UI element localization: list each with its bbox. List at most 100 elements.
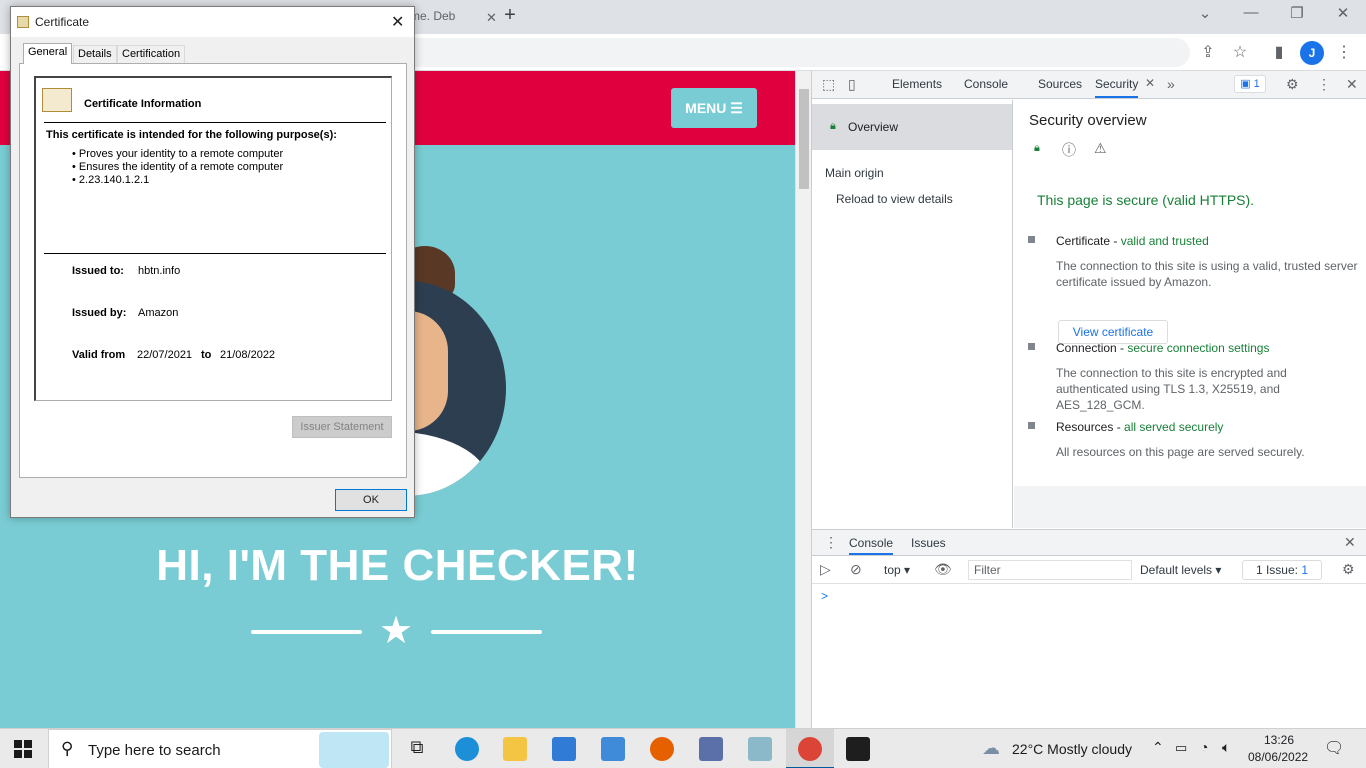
file-explorer-icon[interactable] (503, 737, 527, 761)
address-bar[interactable] (405, 38, 1190, 67)
certificate-bullet-icon (1028, 236, 1035, 243)
battery-icon[interactable]: ▭ (1175, 740, 1187, 756)
tab-elements[interactable]: Elements (892, 77, 942, 91)
tab-sources[interactable]: Sources (1038, 77, 1082, 91)
divider-left (251, 630, 362, 634)
console-settings-icon[interactable]: ⚙ (1342, 561, 1355, 578)
restore-button[interactable]: ❐ (1282, 4, 1312, 22)
network-app-icon[interactable] (699, 737, 723, 761)
edge-browser-icon[interactable] (455, 737, 479, 761)
wifi-icon[interactable]: ◔ (1200, 739, 1208, 755)
chrome-icon (798, 737, 822, 761)
drawer-menu-icon[interactable]: ⋮ (824, 534, 838, 551)
weather-text[interactable]: 22°C Mostly cloudy (1012, 741, 1132, 757)
drawer-tab-console[interactable]: Console (849, 536, 894, 555)
mail-icon[interactable] (552, 737, 576, 761)
connection-status: secure connection settings (1127, 341, 1270, 355)
inspect-element-icon[interactable]: ⬚ (822, 76, 835, 93)
certificate-status: valid and trusted (1120, 234, 1209, 248)
drawer-tab-issues[interactable]: Issues (911, 536, 946, 550)
tab-details[interactable]: Details (73, 45, 117, 63)
side-panel-icon[interactable]: ▮ (1269, 42, 1289, 62)
lock-icon: 🔒︎ (830, 120, 836, 132)
more-tabs-icon[interactable]: » (1167, 76, 1175, 92)
notes-app-icon[interactable] (748, 737, 772, 761)
console-filter-input[interactable]: Filter (968, 560, 1132, 580)
certificate-row: Certificate - valid and trusted (1056, 234, 1209, 248)
browser-tab-title[interactable]: me. Deb (410, 9, 455, 23)
hero-headline: HI, I'M THE CHECKER! (156, 541, 639, 590)
share-icon[interactable]: ⇪ (1198, 42, 1218, 62)
minimize-button[interactable]: — (1236, 4, 1266, 21)
tab-search-icon[interactable]: ⌄ (1190, 4, 1220, 22)
log-levels-value: Default levels (1140, 563, 1213, 577)
console-toolbar: ▷ ⊘ top ▾ 👁︎ Filter Default levels ▾ 1 I… (812, 556, 1366, 584)
issued-by-value: Amazon (138, 307, 179, 319)
menu-button[interactable]: MENU ☰ (671, 88, 757, 128)
issues-badge[interactable]: ▣ 1 (1234, 75, 1266, 93)
ok-button[interactable]: OK (335, 489, 407, 511)
taskbar-search-box[interactable]: ⚲ Type here to search (48, 729, 392, 768)
weather-cloud-icon[interactable]: ☁ (982, 738, 1000, 759)
console-prompt[interactable]: > (821, 589, 828, 603)
resources-label: Resources - (1056, 420, 1125, 434)
resources-row: Resources - all served securely (1056, 420, 1223, 434)
close-window-button[interactable]: ✕ (1328, 4, 1358, 22)
purpose-item: • 2.23.140.1.2.1 (72, 174, 150, 186)
context-selector[interactable]: top ▾ (884, 563, 910, 577)
security-main: Security overview 🔒︎ ⓘ ⚠ This page is se… (1014, 100, 1366, 528)
live-expression-eye-icon[interactable]: 👁︎ (934, 561, 952, 578)
issues-badge-count: 1 (1253, 78, 1260, 90)
dialog-close-icon[interactable]: ✕ (391, 12, 404, 32)
warning-icon: ⚠ (1094, 140, 1107, 156)
clock-time[interactable]: 13:26 (1264, 733, 1294, 747)
divider-right (431, 630, 542, 634)
tab-general[interactable]: General (23, 43, 73, 64)
task-view-icon[interactable]: ⧉ (405, 737, 429, 761)
page-scrollbar[interactable] (795, 71, 811, 728)
valid-to-label: to (201, 349, 212, 361)
clock-date[interactable]: 08/06/2022 (1248, 750, 1308, 764)
close-drawer-icon[interactable]: ✕ (1344, 534, 1356, 551)
chrome-taskbar-active[interactable] (786, 729, 834, 768)
store-icon[interactable] (601, 737, 625, 761)
close-tab-icon[interactable]: ✕ (1145, 76, 1155, 90)
settings-gear-icon[interactable]: ⚙ (1286, 76, 1299, 93)
bookmark-star-icon[interactable]: ☆ (1230, 42, 1250, 62)
terminal-icon[interactable] (846, 737, 870, 761)
volume-icon[interactable]: 🔈︎ (1222, 739, 1230, 756)
windows-start-icon[interactable] (14, 740, 32, 758)
chevron-up-icon[interactable]: ⌃ (1152, 739, 1164, 756)
star-icon: ★ (379, 610, 414, 652)
security-header: Security overview 🔒︎ ⓘ ⚠ (1014, 100, 1366, 172)
reload-hint[interactable]: Reload to view details (836, 192, 953, 206)
info-icon: ⓘ (1062, 142, 1076, 158)
tab-security[interactable]: Security (1095, 77, 1139, 98)
main-origin-label: Main origin (825, 166, 884, 180)
sidebar-item-overview[interactable]: 🔒︎ Overview (812, 104, 1012, 150)
log-levels-dropdown[interactable]: Default levels ▾ (1140, 563, 1221, 577)
console-drawer: ⋮ Console Issues ✕ ▷ ⊘ top ▾ 👁︎ Filter D… (812, 529, 1366, 728)
devtools-menu-icon[interactable]: ⋮ (1317, 76, 1331, 93)
notifications-icon[interactable]: 🗨︎ (1324, 738, 1344, 758)
firefox-icon[interactable] (650, 737, 674, 761)
console-issues-pill[interactable]: 1 Issue: 1 (1242, 560, 1322, 580)
profile-avatar[interactable]: J (1300, 41, 1324, 65)
device-toolbar-icon[interactable]: ▯ (848, 76, 856, 93)
security-body: This page is secure (valid HTTPS). Certi… (1014, 172, 1366, 486)
tab-certification-path[interactable]: Certification Path (117, 45, 186, 76)
certificate-info-heading: Certificate Information (84, 98, 202, 110)
tab-console[interactable]: Console (964, 77, 1008, 91)
dialog-title: Certificate (35, 15, 90, 29)
clear-console-icon[interactable]: ⊘ (850, 561, 862, 578)
close-devtools-icon[interactable]: ✕ (1346, 76, 1358, 93)
sidebar-toggle-icon[interactable]: ▷ (820, 561, 831, 578)
issued-to-label: Issued to: (72, 265, 124, 277)
new-tab-button[interactable]: + (500, 4, 520, 27)
context-value: top (884, 563, 901, 577)
tab-close-icon[interactable]: ✕ (486, 10, 497, 26)
browser-menu-icon[interactable]: ⋮ (1334, 42, 1354, 62)
scrollbar-thumb[interactable] (799, 89, 809, 189)
divider (44, 253, 386, 254)
resources-status: all served securely (1124, 420, 1224, 434)
